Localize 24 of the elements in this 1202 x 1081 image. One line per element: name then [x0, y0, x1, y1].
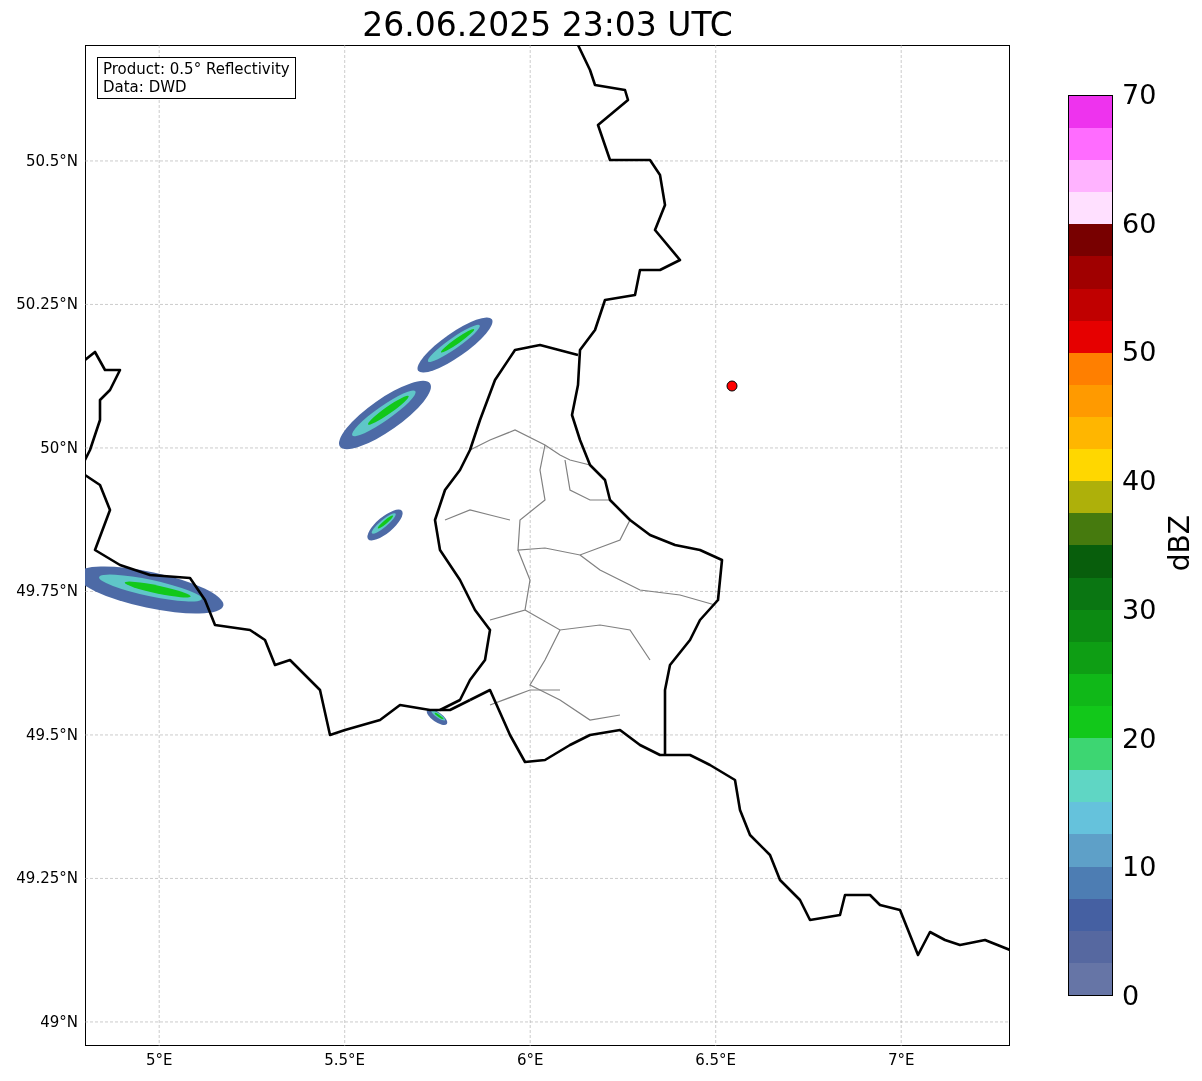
colorbar-tick-label: 60 — [1122, 208, 1157, 239]
axis-tick-label: 6°E — [516, 1051, 544, 1069]
colorbar-label: dBZ — [1164, 515, 1196, 572]
axis-tick-label: 49°N — [40, 1012, 78, 1031]
axis-tick-label: 49.75°N — [16, 582, 78, 601]
colorbar-tick-label: 30 — [1122, 594, 1157, 625]
axis-tick-label: 49.25°N — [16, 869, 78, 888]
axis-tick-label: 5.5°E — [324, 1051, 366, 1069]
info-text: Product: 0.5° Reflectivity — [103, 60, 290, 78]
info-text: Data: DWD — [103, 78, 188, 96]
colorbar-tick-label: 0 — [1122, 981, 1140, 1011]
colorbar-tick-label: 20 — [1122, 723, 1157, 754]
colorbar-tick-label: 10 — [1122, 852, 1157, 883]
axis-tick-label: 50.5°N — [25, 151, 78, 170]
colorbar-tick-label: 40 — [1122, 466, 1157, 497]
axis-tick-label: 5°E — [145, 1051, 173, 1069]
axis-tick-label: 7°E — [887, 1051, 915, 1069]
chart-title: 26.06.2025 23:03 UTC — [362, 5, 733, 45]
axis-tick-label: 50°N — [40, 438, 78, 457]
axis-tick-label: 6.5°E — [695, 1051, 737, 1069]
colorbar-tick-label: 70 — [1122, 80, 1157, 110]
axis-tick-label: 49.5°N — [25, 725, 78, 744]
colorbar-tick-label: 50 — [1122, 337, 1157, 368]
axis-tick-label: 50.25°N — [16, 295, 78, 314]
